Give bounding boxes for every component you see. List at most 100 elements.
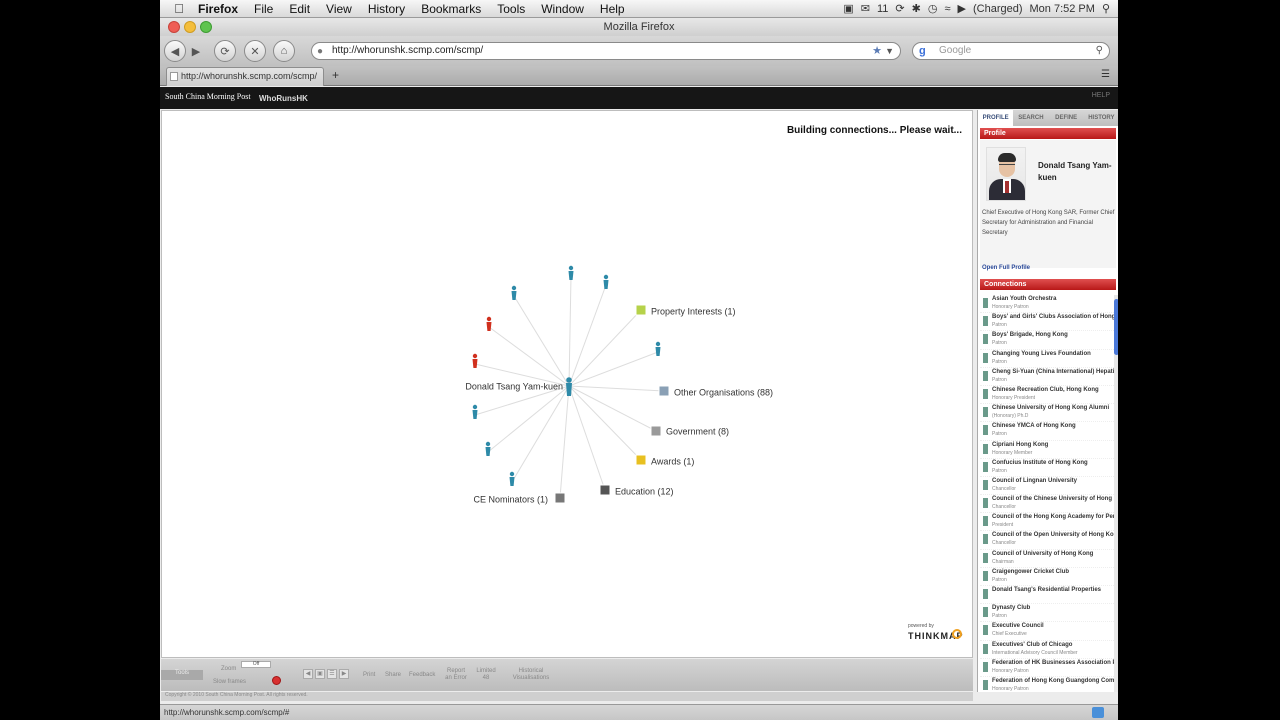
mail-icon[interactable]: ✉ bbox=[861, 2, 870, 15]
connection-name[interactable]: Chinese University of Hong Kong Alumni bbox=[992, 404, 1114, 413]
zoom-window-button[interactable] bbox=[200, 21, 212, 33]
connection-item[interactable]: Chinese Recreation Club, Hong Kong Honora… bbox=[980, 386, 1114, 405]
connection-item[interactable]: Changing Young Lives Foundation Patron bbox=[980, 350, 1114, 368]
connection-item[interactable]: Executives' Club of Chicago International… bbox=[980, 641, 1114, 659]
connection-name[interactable]: Cheng Si-Yuan (China International) Hepa… bbox=[992, 368, 1114, 377]
connection-item[interactable]: Chinese YMCA of Hong Kong Patron bbox=[980, 422, 1114, 441]
person-head-icon[interactable] bbox=[472, 404, 478, 410]
connections-scrollbar[interactable] bbox=[1114, 295, 1118, 692]
print-button[interactable]: Print bbox=[363, 672, 375, 679]
apple-menu-icon[interactable]:  bbox=[168, 1, 190, 16]
person-head-icon[interactable] bbox=[603, 274, 609, 280]
category-node-icon[interactable] bbox=[635, 304, 647, 316]
feedback-button[interactable]: Feedback bbox=[409, 672, 435, 679]
scmp-logo[interactable]: South China Morning Post bbox=[165, 92, 251, 101]
connection-name[interactable]: Confucius Institute of Hong Kong bbox=[992, 459, 1114, 468]
connection-name[interactable]: Changing Young Lives Foundation bbox=[992, 350, 1114, 359]
record-icon[interactable] bbox=[272, 676, 281, 685]
person-head-icon[interactable] bbox=[472, 353, 478, 359]
tab-list-icon[interactable]: ☰ bbox=[1101, 69, 1110, 80]
nav-save-icon[interactable]: ▣ bbox=[315, 669, 325, 679]
connection-name[interactable]: Boys' and Girls' Clubs Association of Ho… bbox=[992, 313, 1114, 322]
connection-name[interactable]: Executive Council bbox=[992, 622, 1114, 631]
connection-item[interactable]: Council of the Open University of Hong K… bbox=[980, 531, 1114, 550]
sync-icon[interactable]: ⟳ bbox=[895, 2, 904, 15]
menu-file[interactable]: File bbox=[246, 2, 281, 16]
person-node-icon[interactable] bbox=[568, 271, 574, 280]
bluetooth-icon[interactable]: ✱ bbox=[912, 2, 921, 15]
connection-item[interactable]: Chinese University of Hong Kong Alumni (H… bbox=[980, 404, 1114, 423]
connection-name[interactable]: Federation of Hong Kong Guangdong Commun… bbox=[992, 677, 1114, 686]
connection-item[interactable]: Boys' and Girls' Clubs Association of Ho… bbox=[980, 313, 1114, 332]
limited-button[interactable]: Limited 48 bbox=[475, 668, 497, 682]
connection-item[interactable]: Craigengower Cricket Club Patron bbox=[980, 568, 1114, 586]
connections-scroll-thumb[interactable] bbox=[1114, 299, 1118, 355]
person-head-icon[interactable] bbox=[485, 441, 491, 447]
person-head-icon[interactable] bbox=[511, 285, 517, 291]
center-person-head-icon[interactable] bbox=[566, 377, 572, 383]
person-node-icon[interactable] bbox=[472, 359, 478, 368]
menu-bookmarks[interactable]: Bookmarks bbox=[413, 2, 489, 16]
spotlight-icon[interactable]: ⚲ bbox=[1102, 2, 1110, 15]
menu-history[interactable]: History bbox=[360, 2, 413, 16]
connection-item[interactable]: Executive Council Chief Executive bbox=[980, 622, 1114, 641]
connection-name[interactable]: Cipriani Hong Kong bbox=[992, 441, 1114, 450]
nav-back-icon[interactable]: ◀ bbox=[303, 669, 313, 679]
tab-search[interactable]: SEARCH bbox=[1013, 110, 1048, 126]
connection-item[interactable]: Cipriani Hong Kong Honorary Member bbox=[980, 441, 1114, 459]
person-head-icon[interactable] bbox=[655, 341, 661, 347]
connection-item[interactable]: Confucius Institute of Hong Kong Patron bbox=[980, 459, 1114, 477]
home-icon[interactable]: ⌂ bbox=[273, 40, 295, 62]
connection-name[interactable]: Chinese Recreation Club, Hong Kong bbox=[992, 386, 1114, 395]
menu-view[interactable]: View bbox=[318, 2, 360, 16]
open-full-profile-link[interactable]: Open Full Profile bbox=[982, 265, 1030, 271]
share-button[interactable]: Share bbox=[385, 672, 401, 679]
menubar-clock[interactable]: Mon 7:52 PM bbox=[1030, 3, 1095, 15]
back-button[interactable]: ◀ bbox=[164, 40, 186, 62]
category-label[interactable]: Awards (1) bbox=[651, 456, 694, 466]
category-label[interactable]: Education (12) bbox=[615, 486, 674, 496]
connection-name[interactable]: Asian Youth Orchestra bbox=[992, 295, 1114, 304]
connection-item[interactable]: Council of the Hong Kong Academy for Per… bbox=[980, 513, 1114, 532]
connection-item[interactable]: Donald Tsang's Residential Properties bbox=[980, 586, 1114, 605]
connection-name[interactable]: Federation of HK Businesses Association … bbox=[992, 659, 1114, 668]
person-node-icon[interactable] bbox=[655, 347, 661, 356]
connection-item[interactable]: Council of the Chinese University of Hon… bbox=[980, 495, 1114, 514]
connection-name[interactable]: Council of the Open University of Hong K… bbox=[992, 531, 1114, 540]
person-node-icon[interactable] bbox=[603, 280, 609, 289]
person-node-icon[interactable] bbox=[472, 410, 478, 419]
connection-name[interactable]: Council of the Hong Kong Academy for Per… bbox=[992, 513, 1114, 522]
connection-item[interactable]: Council of Lingnan University Chancellor bbox=[980, 477, 1114, 496]
url-bar[interactable]: ● http://whorunshk.scmp.com/scmp/ ★ ▼ bbox=[311, 42, 901, 60]
tab-history[interactable]: HISTORY bbox=[1084, 110, 1118, 126]
nav-list-icon[interactable]: ☰ bbox=[327, 669, 337, 679]
category-label[interactable]: Property Interests (1) bbox=[651, 306, 736, 316]
close-window-button[interactable] bbox=[168, 21, 180, 33]
connections-list[interactable]: Asian Youth Orchestra Honorary Patron Boys… bbox=[980, 295, 1114, 692]
resize-grip-icon[interactable] bbox=[1092, 707, 1104, 718]
report-error-button[interactable]: Report an Error bbox=[443, 668, 469, 682]
person-head-icon[interactable] bbox=[568, 265, 574, 271]
connection-item[interactable]: Boys' Brigade, Hong Kong Patron bbox=[980, 331, 1114, 350]
connection-name[interactable]: Chinese YMCA of Hong Kong bbox=[992, 422, 1114, 431]
menu-help[interactable]: Help bbox=[592, 2, 633, 16]
connection-item[interactable]: Asian Youth Orchestra Honorary Patron bbox=[980, 295, 1114, 314]
menu-edit[interactable]: Edit bbox=[281, 2, 318, 16]
clock-icon[interactable]: ◷ bbox=[928, 2, 938, 15]
category-label[interactable]: Government (8) bbox=[666, 426, 729, 436]
nav-forward-icon[interactable]: ▶ bbox=[339, 669, 349, 679]
person-node-icon[interactable] bbox=[509, 477, 515, 486]
google-icon[interactable]: g bbox=[919, 43, 926, 59]
connection-name[interactable]: Dynasty Club bbox=[992, 604, 1114, 613]
connection-item[interactable]: Council of University of Hong Kong Chairm… bbox=[980, 550, 1114, 568]
thinkmap-logo[interactable]: powered by THINKMAP bbox=[908, 623, 968, 645]
reload-icon[interactable]: ⟳ bbox=[214, 40, 236, 62]
forward-button[interactable]: ▶ bbox=[188, 40, 204, 62]
tab-whorunshk[interactable]: http://whorunshk.scmp.com/scmp/ bbox=[166, 67, 324, 86]
whorunshk-logo[interactable]: WhoRunsHK bbox=[259, 94, 308, 103]
slow-frames-toggle[interactable]: Slow frames bbox=[213, 679, 246, 686]
menu-window[interactable]: Window bbox=[533, 2, 592, 16]
category-node-icon[interactable] bbox=[658, 385, 670, 397]
historical-visualisations-button[interactable]: Historical Visualisations bbox=[509, 668, 553, 682]
connection-item[interactable]: Cheng Si-Yuan (China International) Hepa… bbox=[980, 368, 1114, 386]
